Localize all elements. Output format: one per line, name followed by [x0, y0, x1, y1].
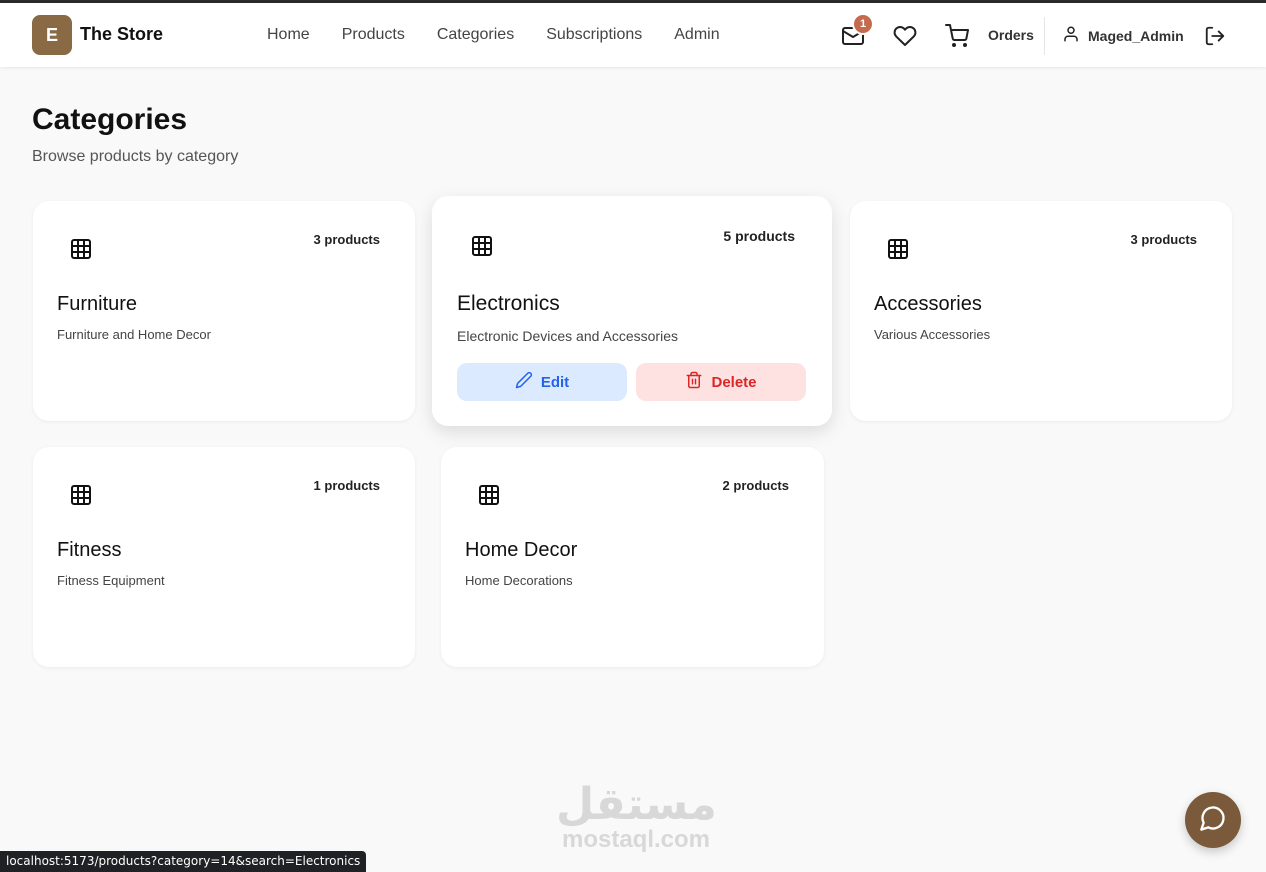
user-icon: [1062, 25, 1080, 46]
header-divider: [1044, 17, 1045, 55]
mail-badge: 1: [852, 13, 874, 35]
browser-status-url: localhost:5173/products?category=14&sear…: [0, 851, 367, 872]
grid-icon: [69, 483, 93, 507]
category-description: Home Decorations: [465, 573, 573, 588]
page-title: Categories: [32, 103, 188, 136]
page-subtitle: Browse products by category: [32, 148, 239, 165]
grid-icon: [69, 237, 93, 261]
nav-categories[interactable]: Categories: [421, 25, 530, 45]
username: Maged_Admin: [1088, 27, 1184, 44]
watermark-latin: mostaql.com: [561, 826, 711, 853]
category-card-home-decor[interactable]: 2 products Home Decor Home Decorations: [441, 447, 824, 667]
product-count: 2 products: [722, 478, 789, 493]
category-card-electronics[interactable]: 5 products Electronics Electronic Device…: [432, 196, 832, 426]
nav-home[interactable]: Home: [251, 25, 326, 45]
category-name: Furniture: [57, 293, 138, 315]
category-description: Furniture and Home Decor: [57, 327, 211, 342]
delete-button[interactable]: Delete: [636, 363, 806, 401]
nav-products[interactable]: Products: [326, 25, 421, 45]
orders-link[interactable]: Orders: [988, 27, 1034, 43]
edit-label: Edit: [540, 373, 570, 391]
category-description: Various Accessories: [874, 327, 991, 342]
main-nav: Home Products Categories Subscriptions A…: [251, 25, 736, 45]
logo-badge[interactable]: E: [32, 15, 72, 55]
category-description: Fitness Equipment: [57, 573, 165, 588]
nav-subscriptions[interactable]: Subscriptions: [530, 25, 658, 45]
category-card-furniture[interactable]: 3 products Furniture Furniture and Home …: [33, 201, 415, 421]
grid-icon: [470, 234, 494, 258]
brand-name[interactable]: The Store: [80, 24, 163, 45]
user-menu[interactable]: Maged_Admin: [1062, 25, 1184, 46]
top-navbar: E The Store Home Products Categories Sub…: [0, 3, 1266, 67]
heart-icon[interactable]: [892, 23, 918, 49]
edit-button[interactable]: Edit: [457, 363, 627, 401]
chat-button[interactable]: [1185, 792, 1241, 848]
pencil-icon: [515, 371, 533, 393]
cart-icon[interactable]: [944, 23, 970, 49]
grid-icon: [886, 237, 910, 261]
trash-icon: [685, 371, 703, 393]
watermark: مستقل mostaql.com: [556, 780, 717, 854]
product-count: 3 products: [313, 232, 380, 247]
product-count: 5 products: [723, 228, 795, 244]
category-description: Electronic Devices and Accessories: [457, 328, 678, 344]
watermark-arabic: مستقل: [556, 780, 717, 829]
chat-bubble-icon: [1199, 804, 1227, 837]
nav-admin[interactable]: Admin: [658, 25, 735, 45]
delete-label: Delete: [711, 373, 757, 391]
category-name: Electronics: [457, 292, 560, 315]
product-count: 1 products: [313, 478, 380, 493]
category-card-fitness[interactable]: 1 products Fitness Fitness Equipment: [33, 447, 415, 667]
category-name: Fitness: [57, 539, 122, 561]
logout-icon[interactable]: [1204, 25, 1226, 52]
grid-icon: [477, 483, 501, 507]
product-count: 3 products: [1130, 232, 1197, 247]
category-card-accessories[interactable]: 3 products Accessories Various Accessori…: [850, 201, 1232, 421]
category-name: Home Decor: [465, 539, 578, 561]
category-name: Accessories: [874, 293, 982, 315]
